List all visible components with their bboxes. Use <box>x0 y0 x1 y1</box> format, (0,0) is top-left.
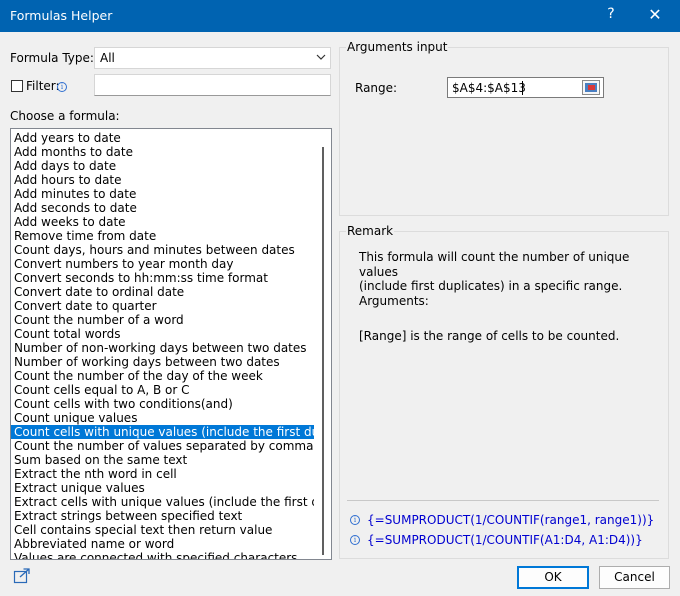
list-item[interactable]: Count days, hours and minutes between da… <box>11 243 315 257</box>
remark-line: Arguments: <box>359 293 429 308</box>
list-item[interactable]: Cell contains special text then return v… <box>11 523 315 537</box>
list-item[interactable]: Count cells equal to A, B or C <box>11 383 315 397</box>
filter-label: Filter: <box>26 79 60 93</box>
remark-line: This formula will count the number of un… <box>359 250 630 279</box>
list-item[interactable]: Extract the nth word in cell <box>11 467 315 481</box>
arguments-group-label: Arguments input <box>346 40 449 54</box>
list-item[interactable]: Convert numbers to year month day <box>11 257 315 271</box>
cancel-button[interactable]: Cancel <box>599 566 670 589</box>
info-icon: i <box>350 535 360 545</box>
formula-list-items: Add years to date Add months to date Add d… <box>11 131 315 559</box>
remark-group-label: Remark <box>346 224 395 238</box>
list-item[interactable]: Extract unique values <box>11 481 315 495</box>
text-caret <box>522 81 523 95</box>
arguments-group <box>339 47 669 216</box>
formula-example-1[interactable]: {=SUMPRODUCT(1/COUNTIF(range1, range1))} <box>367 513 654 527</box>
list-item[interactable]: Extract strings between specified text <box>11 509 315 523</box>
choose-formula-label: Choose a formula: <box>10 109 120 123</box>
list-item[interactable]: Count cells with two conditions(and) <box>11 397 315 411</box>
list-item[interactable]: Number of non-working days between two d… <box>11 341 315 355</box>
close-button[interactable]: ✕ <box>645 5 665 24</box>
list-item[interactable]: Add months to date <box>11 145 315 159</box>
filter-input[interactable] <box>94 74 331 96</box>
ok-button[interactable]: OK <box>517 566 589 589</box>
help-button[interactable]: ? <box>604 6 618 22</box>
list-item[interactable]: Convert seconds to hh:mm:ss time format <box>11 271 315 285</box>
list-item[interactable]: Add hours to date <box>11 173 315 187</box>
info-icon: i <box>350 515 360 525</box>
filter-checkbox[interactable] <box>11 80 23 92</box>
list-item[interactable]: Extract cells with unique values (includ… <box>11 495 315 509</box>
window-title: Formulas Helper <box>10 8 113 23</box>
title-bar: Formulas Helper ? ✕ <box>0 0 680 32</box>
formula-example-2[interactable]: {=SUMPRODUCT(1/COUNTIF(A1:D4, A1:D4))} <box>367 533 643 547</box>
list-item[interactable]: Count the number of values separated by … <box>11 439 315 453</box>
range-label: Range: <box>355 81 398 95</box>
list-item[interactable]: Convert date to quarter <box>11 299 315 313</box>
chevron-down-icon <box>316 50 326 67</box>
list-item[interactable]: Add years to date <box>11 131 315 145</box>
list-item[interactable]: Convert date to ordinal date <box>11 285 315 299</box>
remark-separator <box>347 500 659 501</box>
remark-line: (include first duplicates) in a specific… <box>359 279 623 293</box>
list-item[interactable]: Add weeks to date <box>11 215 315 229</box>
range-input[interactable]: $A$4:$A$13 <box>447 77 604 98</box>
external-link-icon[interactable] <box>13 568 31 584</box>
formula-list[interactable]: Add years to date Add months to date Add d… <box>10 128 332 560</box>
formula-type-select[interactable]: All <box>94 47 331 69</box>
list-item[interactable]: Remove time from date <box>11 229 315 243</box>
formula-type-label: Formula Type: <box>10 51 94 65</box>
info-icon[interactable]: i <box>57 82 67 92</box>
formula-type-value: All <box>100 51 115 65</box>
list-item[interactable]: Abbreviated name or word <box>11 537 315 551</box>
list-item[interactable]: Count the number of the day of the week <box>11 369 315 383</box>
list-item[interactable]: Count the number of a word <box>11 313 315 327</box>
list-item[interactable]: Number of working days between two dates <box>11 355 315 369</box>
list-item[interactable]: Count unique values <box>11 411 315 425</box>
list-item[interactable]: Add seconds to date <box>11 201 315 215</box>
range-input-value: $A$4:$A$13 <box>452 81 526 95</box>
scrollbar[interactable] <box>314 129 331 559</box>
scrollbar-thumb[interactable] <box>322 147 324 555</box>
list-item[interactable]: Add days to date <box>11 159 315 173</box>
list-item[interactable]: Count total words <box>11 327 315 341</box>
remark-description: This formula will count the number of un… <box>359 250 659 344</box>
list-item[interactable]: Values are connected with specified char… <box>11 551 315 559</box>
list-item[interactable]: Add minutes to date <box>11 187 315 201</box>
list-item[interactable]: Count cells with unique values (include … <box>11 425 315 439</box>
range-select-icon[interactable] <box>582 80 600 95</box>
remark-line: [Range] is the range of cells to be coun… <box>359 329 620 343</box>
list-item[interactable]: Sum based on the same text <box>11 453 315 467</box>
